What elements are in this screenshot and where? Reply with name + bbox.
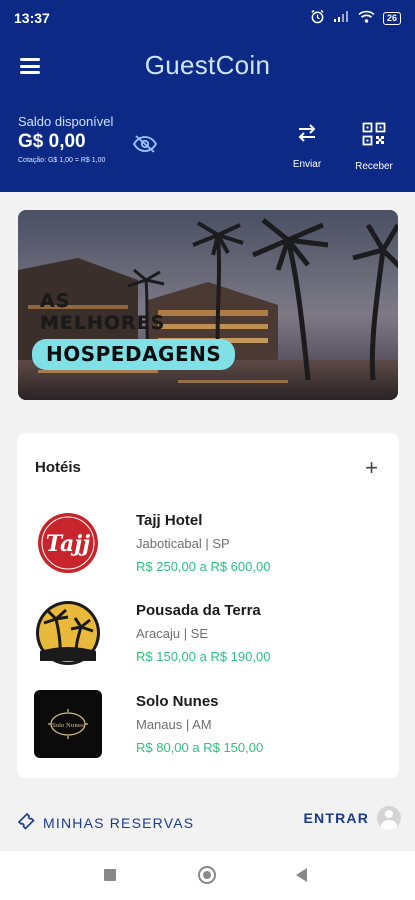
login-button[interactable]: ENTRAR [303, 806, 401, 830]
receive-button[interactable]: Receber [350, 122, 398, 172]
hotel-location: Manaus | AM [136, 717, 212, 732]
qr-code-icon [362, 122, 386, 150]
avatar-icon [377, 806, 401, 830]
banner-headline: AS MELHORES [40, 290, 165, 334]
hotel-location: Aracaju | SE [136, 626, 209, 641]
hotels-title: Hotéis [35, 459, 81, 476]
recent-apps-icon[interactable] [104, 869, 116, 881]
hotel-price: R$ 250,00 a R$ 600,00 [136, 559, 271, 574]
system-nav-bar [0, 851, 415, 900]
balance-label: Saldo disponível [18, 114, 114, 129]
login-label: ENTRAR [303, 810, 369, 826]
hotel-logo [34, 599, 102, 667]
hotel-item[interactable]: Pousada da Terra Aracaju | SE R$ 150,00 … [34, 599, 384, 679]
send-label: Enviar [292, 159, 322, 170]
my-reservations-label: MINHAS RESERVAS [43, 814, 195, 831]
balance-value: G$ 0,00 [18, 131, 86, 152]
banner-highlight-text: HOSPEDAGENS [46, 342, 222, 366]
status-time: 13:37 [14, 10, 50, 26]
hotel-name: Solo Nunes [136, 693, 219, 710]
app-header: GuestCoin Saldo disponível G$ 0,00 Cotaç… [0, 36, 415, 192]
hide-balance-icon[interactable] [132, 134, 158, 154]
transfer-icon [296, 124, 318, 148]
hotel-location: Jaboticabal | SP [136, 536, 230, 551]
receive-label: Receber [355, 161, 393, 172]
bottom-actions: MINHAS RESERVAS ENTRAR [0, 800, 415, 846]
hotel-logo: Solo Nunes [34, 690, 102, 758]
hotel-name: Pousada da Terra [136, 602, 261, 619]
promo-banner[interactable]: AS MELHORES HOSPEDAGENS [18, 210, 398, 400]
back-icon[interactable] [296, 868, 307, 882]
status-bar: 13:37 26 [0, 0, 415, 36]
exchange-rate: Cotação: G$ 1,00 = R$ 1,00 [18, 157, 106, 164]
status-icons: 26 [310, 9, 401, 27]
send-button[interactable]: Enviar [283, 122, 331, 170]
wifi-icon [358, 10, 375, 26]
banner-line-1: AS [40, 290, 71, 312]
hotel-logo-text: Solo Nunes [52, 723, 84, 729]
hotel-name: Tajj Hotel [136, 512, 203, 529]
ticket-icon [16, 811, 36, 834]
alarm-icon [310, 9, 325, 27]
hotel-logo-text: Tajj [46, 531, 90, 557]
signal-icon [333, 10, 350, 26]
hotel-price: R$ 150,00 a R$ 190,00 [136, 649, 271, 664]
my-reservations-button[interactable]: MINHAS RESERVAS [16, 811, 194, 834]
banner-line-2: MELHORES [40, 312, 166, 334]
hotel-item[interactable]: Solo Nunes Solo Nunes Manaus | AM R$ 80,… [34, 690, 384, 770]
hotels-card: Hotéis + Tajj Tajj Hotel Jaboticabal | S… [17, 433, 399, 778]
hotel-item[interactable]: Tajj Tajj Hotel Jaboticabal | SP R$ 250,… [34, 509, 384, 589]
hotel-price: R$ 80,00 a R$ 150,00 [136, 740, 264, 755]
brand-logo: GuestCoin [144, 50, 271, 80]
battery-icon: 26 [382, 11, 401, 25]
banner-highlight: HOSPEDAGENS [32, 339, 236, 370]
add-icon[interactable]: + [365, 457, 378, 479]
hotel-logo: Tajj [34, 509, 102, 577]
home-icon[interactable] [198, 866, 216, 884]
